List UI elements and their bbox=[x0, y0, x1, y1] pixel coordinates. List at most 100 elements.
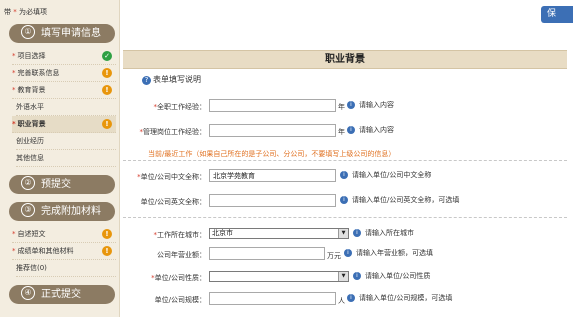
sidebar-item-recommendation[interactable]: 推荐信(0) bbox=[16, 260, 116, 277]
section-number: ① bbox=[21, 25, 35, 39]
section-label: 填写申请信息 bbox=[41, 28, 101, 39]
sidebar-item-label: 外语水平 bbox=[16, 103, 44, 111]
sidebar-item-label: 推荐信(0) bbox=[16, 264, 47, 272]
required-note: 带 * 为必填项 bbox=[4, 7, 47, 17]
sidebar-item-startup[interactable]: 创业经历 bbox=[16, 133, 116, 150]
required-note-text: 为必填项 bbox=[18, 8, 47, 16]
mgmt-years-hint: i 请输入内容 bbox=[347, 125, 394, 135]
label-text: 工作所在城市： bbox=[157, 231, 206, 239]
hint-text: 请输入单位/公司性质 bbox=[365, 272, 431, 280]
nature-label: *单位/公司性质： bbox=[130, 273, 206, 283]
hint-text: 请输入所在城市 bbox=[365, 229, 414, 237]
sidebar-item-project[interactable]: * 项目选择 ✓ bbox=[12, 48, 116, 65]
section-number: ③ bbox=[21, 203, 35, 217]
sidebar-item-education[interactable]: * 教育背景 ! bbox=[12, 82, 116, 99]
sidebar-item-label: 项目选择 bbox=[17, 52, 46, 60]
info-icon: i bbox=[353, 272, 361, 280]
sidebar-item-transcript[interactable]: * 成绩单和其他材料 ! bbox=[12, 243, 116, 260]
sidebar: 带 * 为必填项 ① 填写申请信息 * 项目选择 ✓ * 完善联系信息 ! * 教育背景… bbox=[0, 0, 120, 317]
info-icon: i bbox=[340, 196, 348, 204]
company-cn-label: *单位/公司中文全称： bbox=[125, 172, 206, 182]
label-text: 单位/公司英文全称： bbox=[140, 198, 206, 206]
sidebar-item-label: 成绩单和其他材料 bbox=[17, 247, 74, 255]
revenue-hint: i 请输入年营业额，可选填 bbox=[344, 248, 433, 258]
sidebar-item-label: 自述短文 bbox=[17, 230, 46, 238]
company-en-input[interactable] bbox=[209, 194, 336, 207]
label-text: 管理岗位工作经验： bbox=[143, 128, 206, 136]
section-presubmit[interactable]: ② 预提交 bbox=[9, 175, 115, 194]
check-icon: ✓ bbox=[102, 51, 112, 61]
company-cn-hint: i 请输入单位/公司中文全称 bbox=[340, 170, 431, 180]
help-label: 表单填写说明 bbox=[153, 75, 201, 84]
form-help-link[interactable]: ? 表单填写说明 bbox=[142, 74, 201, 85]
section-number: ② bbox=[21, 176, 35, 190]
hint-text: 请输入单位/公司英文全称，可选填 bbox=[352, 196, 460, 204]
section-materials[interactable]: ③ 完成附加材料 bbox=[9, 202, 115, 221]
work-years-input[interactable] bbox=[209, 99, 336, 112]
section-label: 正式提交 bbox=[41, 289, 81, 300]
revenue-input[interactable] bbox=[209, 247, 325, 260]
warning-icon: ! bbox=[102, 229, 112, 239]
info-icon: i bbox=[353, 229, 361, 237]
section-fill-info[interactable]: ① 填写申请信息 bbox=[9, 24, 115, 43]
hint-text: 请输入单位/公司规模，可选填 bbox=[359, 294, 453, 302]
revenue-label: 公司年营业额： bbox=[130, 250, 206, 260]
question-icon: ? bbox=[142, 76, 151, 85]
section-divider bbox=[123, 160, 567, 161]
warning-icon: ! bbox=[102, 246, 112, 256]
hint-text: 请输入内容 bbox=[359, 101, 394, 109]
sidebar-item-contact[interactable]: * 完善联系信息 ! bbox=[12, 65, 116, 82]
label-text: 单位/公司性质： bbox=[154, 274, 206, 282]
scale-input[interactable] bbox=[209, 292, 336, 305]
required-star: * bbox=[12, 120, 16, 128]
city-select[interactable]: 北京市 ▼ bbox=[209, 228, 349, 239]
nature-hint: i 请输入单位/公司性质 bbox=[353, 271, 430, 281]
hint-text: 请输入内容 bbox=[359, 126, 394, 134]
info-icon: i bbox=[347, 126, 355, 134]
warning-icon: ! bbox=[102, 68, 112, 78]
required-star: * bbox=[13, 8, 17, 16]
sidebar-item-other[interactable]: 其他信息 bbox=[16, 150, 116, 167]
label-text: 公司年营业额： bbox=[157, 251, 206, 259]
sidebar-item-label: 职业背景 bbox=[17, 120, 46, 128]
section-final-submit[interactable]: ④ 正式提交 bbox=[9, 285, 115, 304]
city-hint: i 请输入所在城市 bbox=[353, 228, 414, 238]
page-title: 职业背景 bbox=[123, 50, 567, 69]
required-star: * bbox=[12, 247, 16, 255]
sidebar-item-label: 其他信息 bbox=[16, 154, 44, 162]
year-unit: 年 bbox=[338, 103, 345, 111]
company-cn-input[interactable] bbox=[209, 169, 336, 182]
sidebar-item-label: 教育背景 bbox=[17, 86, 46, 94]
sidebar-item-language[interactable]: 外语水平 bbox=[16, 99, 116, 116]
required-star: * bbox=[12, 69, 16, 77]
mgmt-years-input[interactable] bbox=[209, 124, 336, 137]
warning-icon: ! bbox=[102, 85, 112, 95]
required-star: * bbox=[12, 86, 16, 94]
section-label: 完成附加材料 bbox=[41, 206, 101, 217]
info-icon: i bbox=[347, 294, 355, 302]
current-job-note: 当前/最近工作（如果自己所在的是子公司、分公司，不要填写上级公司的信息） bbox=[148, 150, 396, 158]
label-text: 单位/公司中文全称： bbox=[140, 173, 206, 181]
revenue-unit: 万元 bbox=[327, 252, 341, 260]
sidebar-item-career[interactable]: * 职业背景 ! bbox=[12, 116, 116, 133]
scale-hint: i 请输入单位/公司规模，可选填 bbox=[347, 293, 452, 303]
sidebar-item-essay[interactable]: * 自述短文 ! bbox=[12, 226, 116, 243]
chevron-down-icon: ▼ bbox=[338, 229, 348, 238]
save-button[interactable]: 保 bbox=[541, 6, 573, 23]
info-icon: i bbox=[340, 171, 348, 179]
section-label: 预提交 bbox=[41, 179, 71, 190]
nature-select[interactable]: ▼ bbox=[209, 271, 349, 282]
sidebar-item-label: 完善联系信息 bbox=[17, 69, 60, 77]
info-icon: i bbox=[347, 101, 355, 109]
label-text: 全职工作经验： bbox=[157, 103, 206, 111]
required-star: * bbox=[12, 52, 16, 60]
required-note-prefix: 带 bbox=[4, 8, 11, 16]
info-icon: i bbox=[344, 249, 352, 257]
section-number: ④ bbox=[21, 286, 35, 300]
label-text: 单位/公司规模： bbox=[154, 296, 206, 304]
work-years-hint: i 请输入内容 bbox=[347, 100, 394, 110]
warning-icon: ! bbox=[102, 119, 112, 129]
scale-unit: 人 bbox=[338, 297, 345, 305]
year-unit: 年 bbox=[338, 128, 345, 136]
scale-label: 单位/公司规模： bbox=[130, 295, 206, 305]
